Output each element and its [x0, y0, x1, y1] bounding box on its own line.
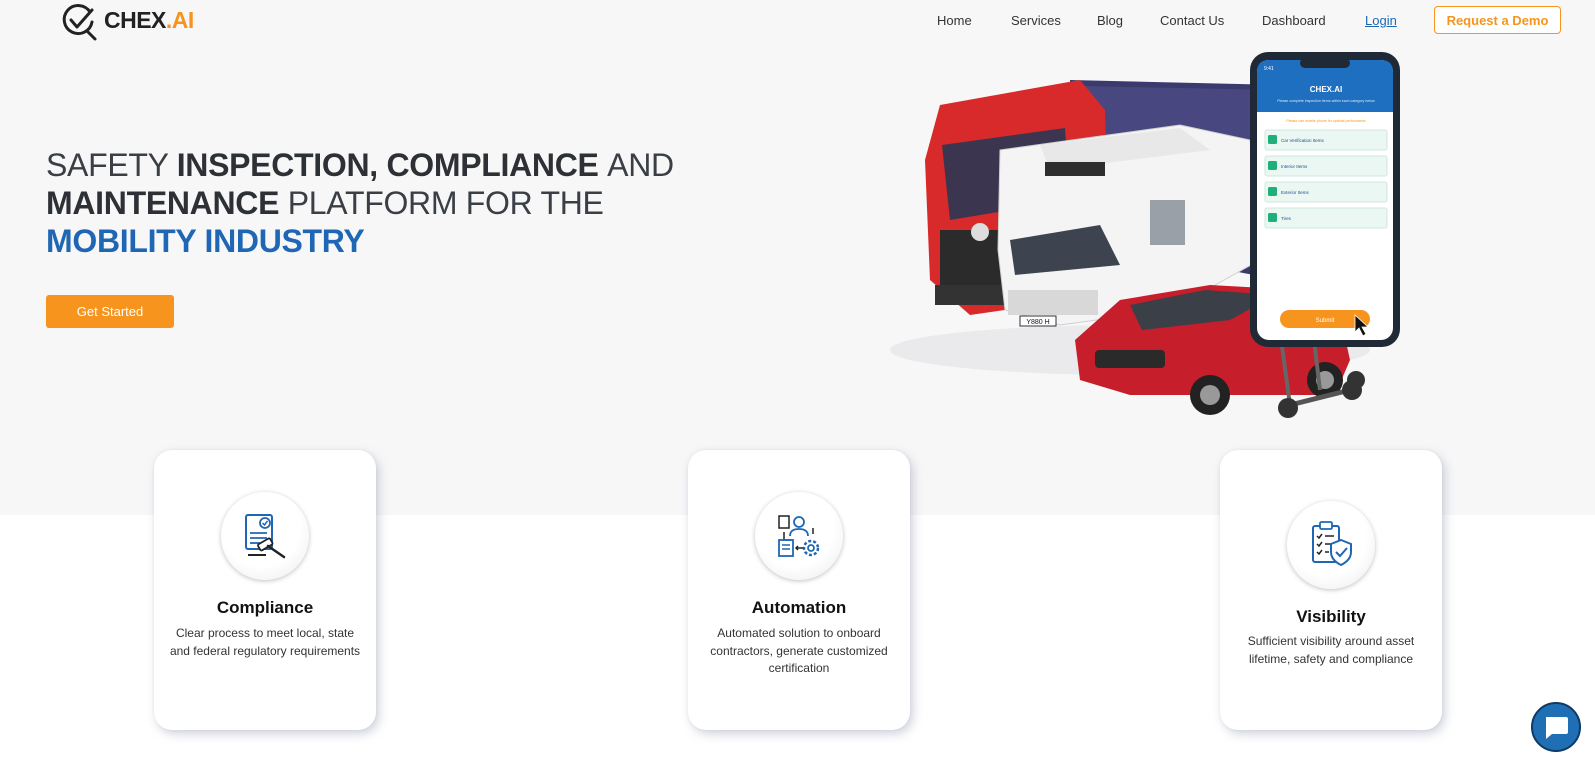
headline-highlight: MOBILITY INDUSTRY: [46, 223, 365, 259]
card-description: Automated solution to onboard contractor…: [710, 626, 888, 675]
card-title: Compliance: [216, 598, 314, 617]
nav-contact-link[interactable]: Contact Us: [1160, 13, 1224, 28]
request-demo-button[interactable]: Request a Demo: [1434, 6, 1561, 34]
get-started-button[interactable]: Get Started: [46, 295, 174, 328]
phone-subtitle: Please complete inspection items within …: [1277, 99, 1375, 103]
feature-card-automation: Automation Automated solution to onboard…: [688, 450, 910, 730]
chat-bubble-icon: [1546, 717, 1568, 739]
feature-card-visibility: Visibility Sufficient visibility around …: [1220, 450, 1442, 730]
card-title: Automation: [751, 598, 847, 617]
login-link[interactable]: Login: [1365, 13, 1397, 28]
phone-item: Tires: [1281, 216, 1292, 221]
compliance-document-gavel-icon: [221, 492, 309, 580]
phone-item: Car Verification Items: [1281, 138, 1325, 143]
main-nav: Home Services Blog Contact Us Dashboard …: [0, 11, 1595, 31]
card-description: Sufficient visibility around asset lifet…: [1247, 634, 1415, 666]
nav-home-link[interactable]: Home: [937, 13, 972, 28]
phone-item: Exterior Items: [1281, 190, 1310, 195]
chat-launcher-button[interactable]: [1531, 702, 1581, 752]
phone-submit: Submit: [1316, 318, 1335, 324]
card-title: Visibility: [1296, 607, 1366, 626]
visibility-checklist-shield-icon: [1287, 501, 1375, 589]
phone-time: 9:41: [1264, 66, 1274, 72]
headline-word: AND: [607, 147, 674, 183]
headline-word: SAFETY: [46, 147, 177, 183]
headline-word: PLATFORM FOR THE: [287, 185, 604, 221]
automation-person-gear-icon: [755, 492, 843, 580]
phone-logo: CHEX.AI: [1310, 85, 1342, 94]
nav-services-link[interactable]: Services: [1011, 13, 1061, 28]
phone-item: Interior Items: [1281, 164, 1308, 169]
feature-card-compliance: Compliance Clear process to meet local, …: [154, 450, 376, 730]
phone-notice: Please use mobile phone for optimal perf…: [1286, 119, 1365, 123]
hero-headline: SAFETY INSPECTION, COMPLIANCE AND MAINTE…: [46, 146, 686, 260]
card-description: Clear process to meet local, state and f…: [169, 626, 361, 658]
headline-word: INSPECTION, COMPLIANCE: [176, 147, 608, 183]
nav-dashboard-link[interactable]: Dashboard: [1262, 13, 1326, 28]
hero-vehicles-illustration: Y880 H 9:41 CHEX.AI Please complete insp…: [890, 52, 1400, 418]
nav-blog-link[interactable]: Blog: [1097, 13, 1123, 28]
license-plate: Y880 H: [1026, 319, 1049, 326]
headline-word: MAINTENANCE: [46, 185, 288, 221]
